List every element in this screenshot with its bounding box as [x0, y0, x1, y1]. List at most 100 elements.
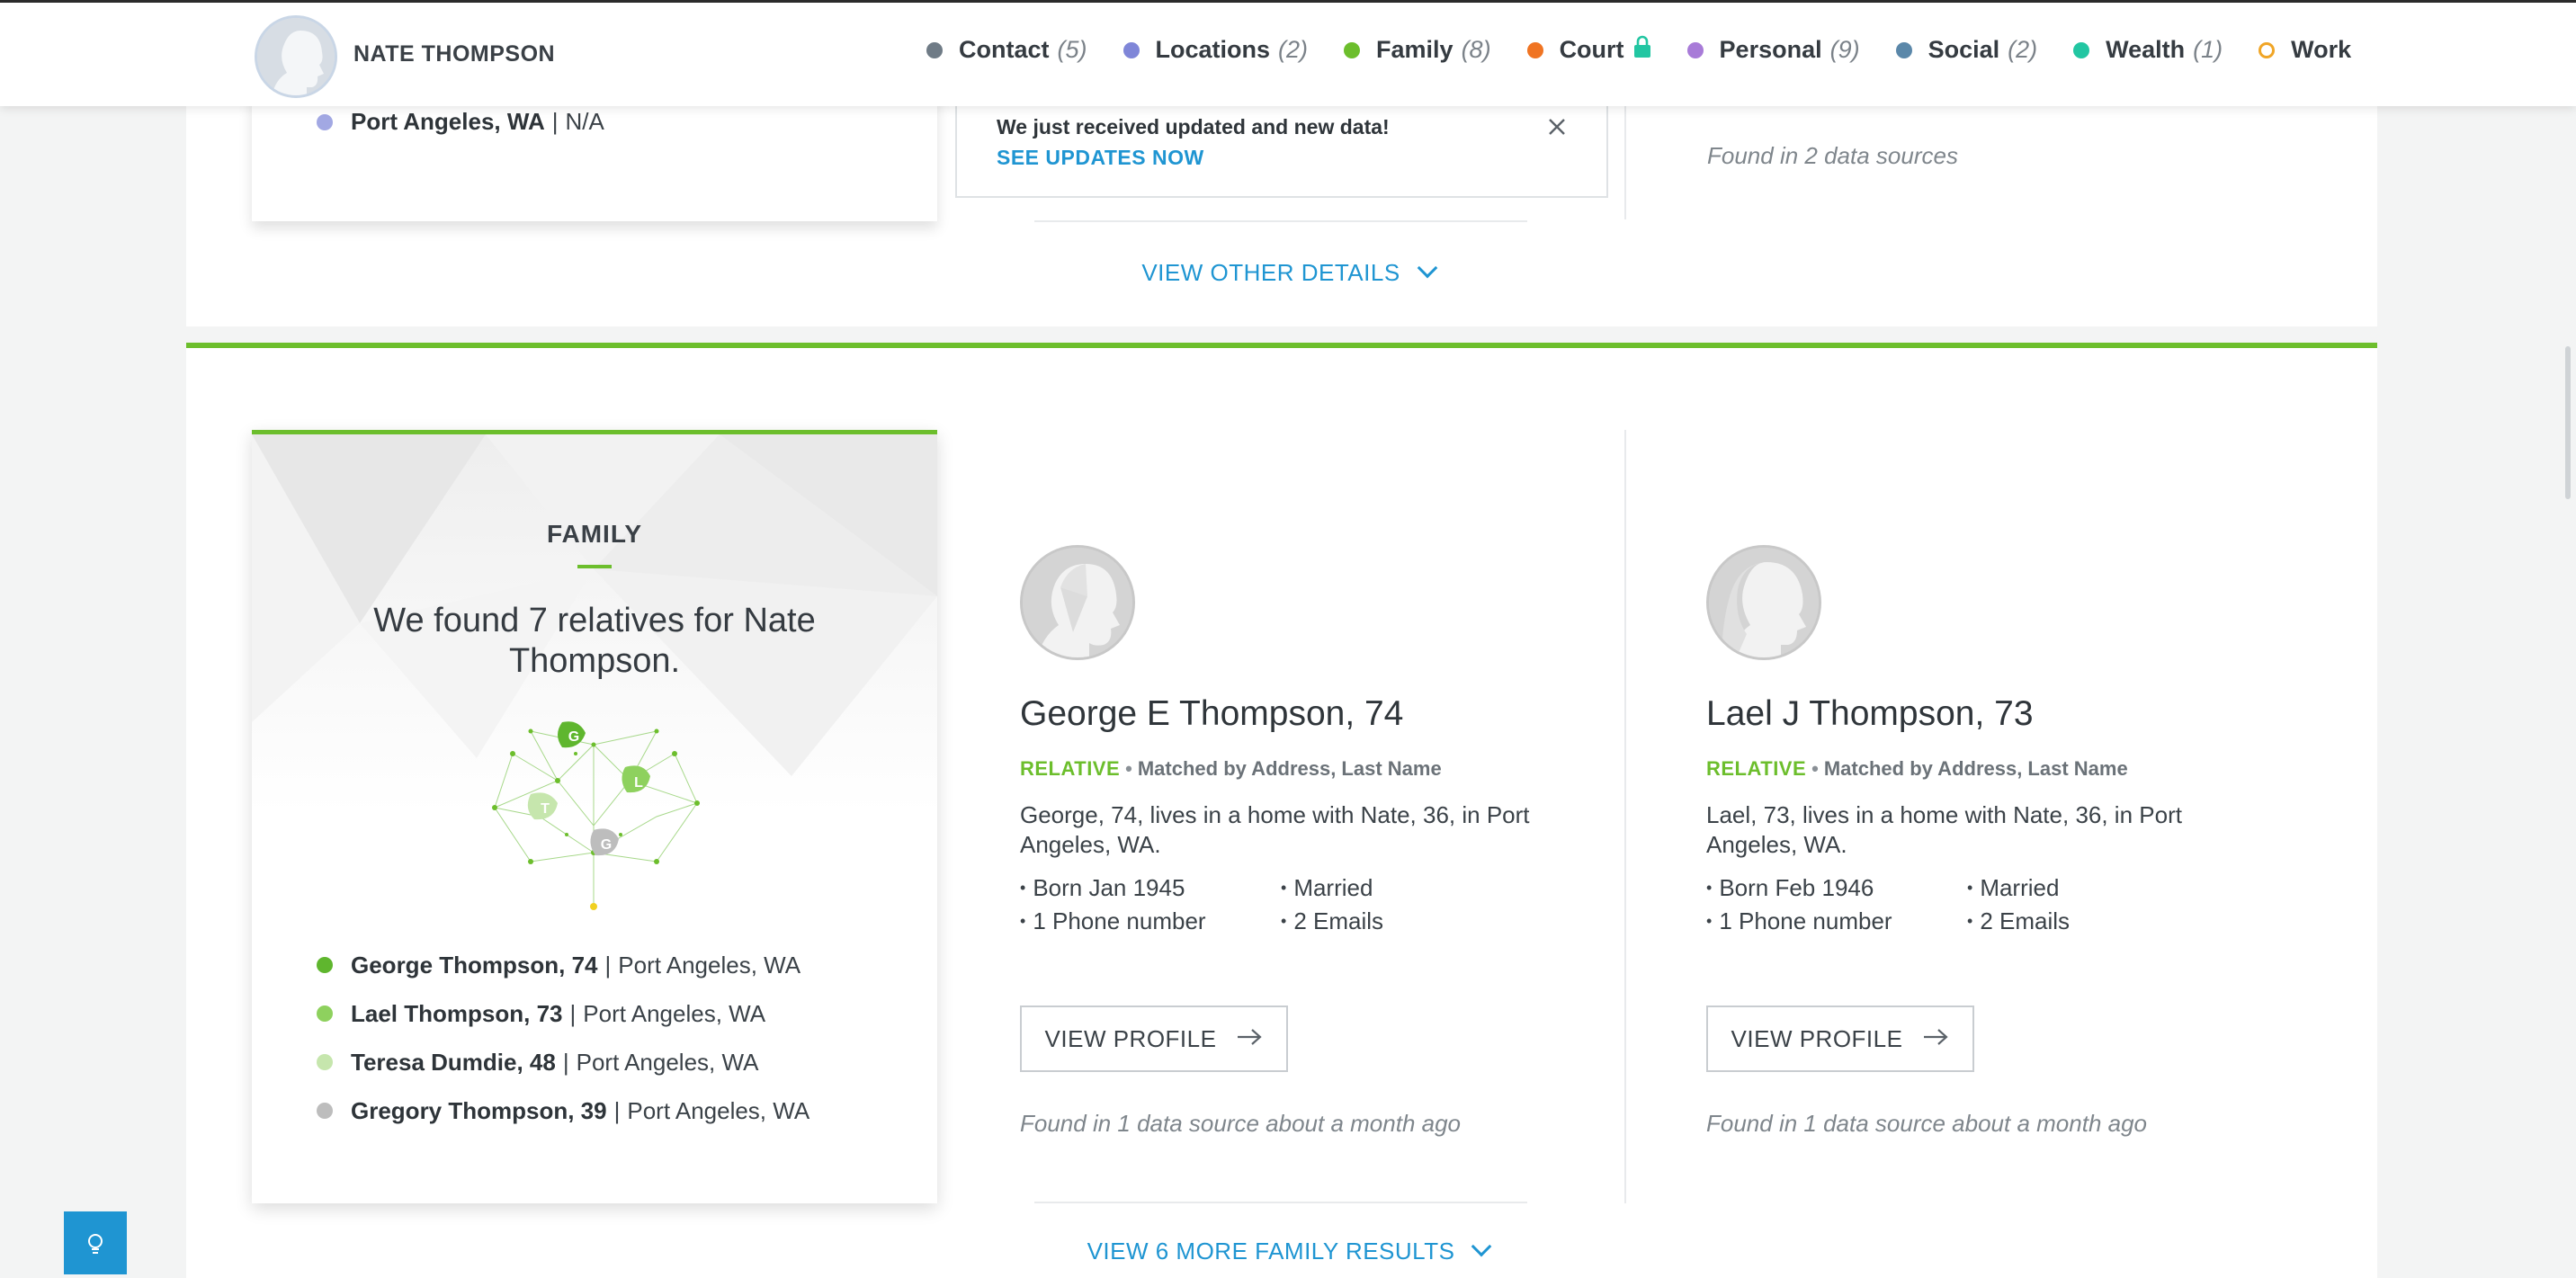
relative-place: Port Angeles, WA [618, 951, 801, 979]
see-updates-link[interactable]: SEE UPDATES NOW [997, 146, 1204, 170]
relative-dot-icon [317, 1054, 333, 1070]
relative-dot-icon [317, 957, 333, 973]
fact-marital: Married [1281, 874, 1542, 902]
relative-match-line: RELATIVE • Matched by Address, Last Name [1706, 757, 2282, 781]
relative-name: Teresa Dumdie, 48 [351, 1048, 556, 1076]
nav-court[interactable]: Court [1526, 35, 1651, 65]
lock-icon [1633, 35, 1651, 65]
match-reason: Matched by Address, Last Name [1137, 757, 1442, 780]
close-icon[interactable] [1547, 115, 1567, 142]
view-more-family-link[interactable]: VIEW 6 MORE FAMILY RESULTS [0, 1236, 2576, 1265]
family-tree-icon: G L T G [492, 721, 700, 910]
column-divider [1624, 430, 1626, 1203]
location-name: Port Angeles, WA [351, 108, 545, 135]
nav-wealth[interactable]: Wealth (1) [2073, 36, 2223, 64]
view-other-details-label: VIEW OTHER DETAILS [1141, 259, 1400, 286]
avatar[interactable] [255, 15, 337, 98]
list-item[interactable]: Teresa Dumdie, 48 | Port Angeles, WA [317, 1038, 809, 1086]
view-other-details-link[interactable]: VIEW OTHER DETAILS [0, 257, 2576, 287]
relative-place: Port Angeles, WA [576, 1048, 759, 1076]
wealth-dot-icon [2073, 41, 2090, 58]
help-button[interactable] [64, 1211, 127, 1274]
nav-personal[interactable]: Personal (9) [1686, 36, 1860, 64]
relative-card-george: George E Thompson, 74 RELATIVE • Matched b… [1020, 545, 1596, 1138]
relation-badge: RELATIVE [1706, 757, 1807, 780]
relative-separator: | [569, 999, 577, 1027]
tree-leaf-l: L [634, 775, 643, 791]
relative-separator: | [613, 1096, 621, 1124]
match-reason: Matched by Address, Last Name [1823, 757, 2128, 780]
fact-emails: 2 Emails [1281, 907, 1542, 935]
nav-family[interactable]: Family (8) [1344, 36, 1491, 64]
relation-badge: RELATIVE [1020, 757, 1121, 780]
relative-dot-icon [317, 1103, 333, 1119]
list-item[interactable]: Lael Thompson, 73 | Port Angeles, WA [317, 989, 809, 1038]
heading-underline [577, 565, 612, 568]
list-item[interactable]: Gregory Thompson, 39 | Port Angeles, WA [317, 1086, 809, 1135]
family-summary-text: We found 7 relatives for Nate Thompson. [373, 602, 816, 680]
view-profile-button[interactable]: VIEW PROFILE [1020, 1005, 1288, 1072]
location-dot-icon [317, 113, 333, 130]
nav-locations[interactable]: Locations (2) [1123, 36, 1308, 64]
notification-message: We just received updated and new data! [997, 115, 1390, 139]
nav-contact[interactable]: Contact (5) [926, 36, 1087, 64]
tree-leaf-t: T [541, 801, 550, 817]
nav-count: (2) [2008, 36, 2038, 63]
chevron-down-icon [1417, 257, 1437, 279]
fact-phones: 1 Phone number [1020, 907, 1281, 935]
arrow-right-icon [1922, 1023, 1949, 1054]
column-divider [1624, 99, 1626, 219]
nav-label: Family [1376, 36, 1453, 63]
locations-dot-icon [1123, 41, 1140, 58]
nav-label: Social [1928, 36, 2000, 63]
family-dot-icon [1344, 41, 1361, 58]
fact-born: Born Feb 1946 [1706, 874, 1967, 902]
family-heading: FAMILY [546, 520, 643, 548]
nav-label: Contact [959, 36, 1050, 63]
location-value: N/A [565, 108, 604, 135]
view-profile-label: VIEW PROFILE [1731, 1024, 1903, 1052]
relative-description: Lael, 73, lives in a home with Nate, 36,… [1706, 801, 2182, 858]
view-profile-label: VIEW PROFILE [1044, 1024, 1217, 1052]
relative-place: Port Angeles, WA [583, 999, 766, 1027]
relative-name: George Thompson, 74 [351, 951, 598, 979]
relative-separator: | [604, 951, 612, 979]
nav-social[interactable]: Social (2) [1895, 36, 2038, 64]
relative-match-line: RELATIVE • Matched by Address, Last Name [1020, 757, 1596, 781]
location-separator: | [551, 108, 559, 135]
personal-dot-icon [1686, 41, 1704, 58]
relatives-list: George Thompson, 74 | Port Angeles, WA L… [317, 941, 809, 1135]
divider [1034, 220, 1527, 222]
relative-name: Lael Thompson, 73 [351, 999, 563, 1027]
contact-dot-icon [926, 41, 943, 58]
list-item[interactable]: George Thompson, 74 | Port Angeles, WA [317, 941, 809, 989]
locations-summary-card: Port Angeles, WA | N/A [252, 90, 937, 221]
relative-card-lael: Lael J Thompson, 73 RELATIVE • Matched by … [1706, 545, 2282, 1138]
nav-work[interactable]: Work [2258, 36, 2351, 64]
fact-phones: 1 Phone number [1706, 907, 1967, 935]
lightbulb-icon [85, 1233, 105, 1261]
top-navigation-bar: NATE THOMPSON Contact (5) Locations (2) … [0, 0, 2576, 106]
nav-label: Work [2291, 36, 2352, 63]
court-dot-icon [1526, 41, 1543, 58]
avatar [1706, 545, 1821, 660]
tree-leaf-g2: G [601, 837, 612, 853]
relative-name-title: George E Thompson, 74 [1020, 694, 1404, 733]
nav-count: (9) [1829, 36, 1860, 63]
tree-leaf-g: G [568, 729, 579, 745]
view-more-family-label: VIEW 6 MORE FAMILY RESULTS [1087, 1238, 1455, 1265]
relative-facts: Born Jan 1945 Married 1 Phone number 2 E… [1020, 874, 1596, 935]
scrollbar-thumb[interactable] [2565, 346, 2571, 499]
relative-place: Port Angeles, WA [627, 1096, 810, 1124]
fact-born: Born Jan 1945 [1020, 874, 1281, 902]
relative-separator: | [562, 1048, 569, 1076]
view-profile-button[interactable]: VIEW PROFILE [1706, 1005, 1974, 1072]
fact-marital: Married [1967, 874, 2228, 902]
nav-label: Court [1559, 36, 1624, 63]
nav-count: (8) [1461, 36, 1491, 63]
found-sources-text: Found in 2 data sources [1707, 142, 1958, 169]
work-dot-icon [2258, 41, 2276, 58]
relative-description: George, 74, lives in a home with Nate, 3… [1020, 801, 1530, 858]
nav-label: Wealth [2106, 36, 2186, 63]
relative-dot-icon [317, 1005, 333, 1022]
